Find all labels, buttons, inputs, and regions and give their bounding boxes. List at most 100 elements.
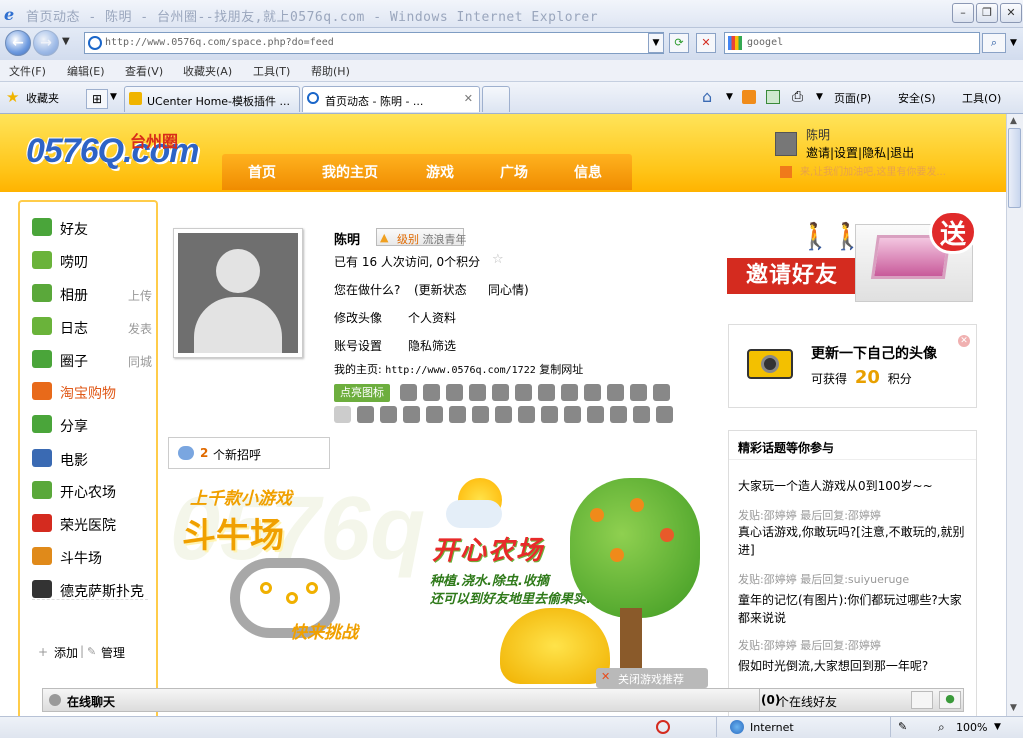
back-button[interactable]: ←: [5, 30, 31, 56]
search-input[interactable]: googel: [724, 32, 980, 54]
close-button[interactable]: ✕: [1000, 3, 1022, 23]
bike-icon[interactable]: [495, 406, 512, 423]
mail-icon[interactable]: [492, 384, 509, 401]
tools-menu[interactable]: 工具(O): [962, 90, 1001, 106]
menu-favorites[interactable]: 收藏夹(A): [183, 63, 232, 79]
read-mail-icon[interactable]: [766, 90, 780, 104]
pencil-icon[interactable]: [561, 384, 578, 401]
refresh-icon[interactable]: [630, 384, 647, 401]
new-tab-button[interactable]: [482, 86, 510, 112]
online-chat-bar[interactable]: 在线聊天 (0) 个在线好友 ●: [42, 688, 964, 712]
copy-icon[interactable]: [357, 406, 374, 423]
topic-title[interactable]: 真心话游戏,你敢玩吗?[注意,不敢玩的,就别进]: [738, 523, 970, 559]
menu-edit[interactable]: 编辑(E): [67, 63, 105, 79]
home-icon[interactable]: ⌂: [702, 87, 712, 106]
home-dropdown-icon[interactable]: ▼: [726, 92, 733, 102]
lock-icon[interactable]: [400, 384, 417, 401]
penguin-icon[interactable]: [446, 384, 463, 401]
update-avatar-title[interactable]: 更新一下自己的头像: [811, 343, 937, 363]
music-icon[interactable]: [541, 406, 558, 423]
game-banner[interactable]: 0576q 上千款小游戏 斗牛场 快来挑战 开心农场 种植.浇水.除虫.收摘 还…: [170, 478, 710, 688]
group-icon[interactable]: [607, 384, 624, 401]
print-dropdown-icon[interactable]: ▼: [816, 92, 823, 102]
user-icon[interactable]: [403, 406, 420, 423]
zoom-level[interactable]: 100%: [956, 721, 987, 734]
sidebar-item-farm[interactable]: 开心农场: [32, 479, 152, 503]
update-avatar-box[interactable]: 更新一下自己的头像 可获得 20 积分 ✕: [728, 324, 977, 408]
copy-url-link[interactable]: 复制网址: [539, 363, 583, 376]
scroll-down-icon[interactable]: ▼: [1010, 703, 1017, 713]
topic-title[interactable]: 假如时光倒流,大家想回到那一年呢?: [738, 657, 970, 675]
search-options-icon[interactable]: ▼: [1010, 38, 1017, 48]
protected-mode-icon[interactable]: ✎: [898, 720, 907, 733]
favorites-button[interactable]: 收藏夹: [26, 90, 59, 106]
sidebar-item-action[interactable]: 上传: [128, 287, 152, 304]
sidebar-item-bull[interactable]: 斗牛场: [32, 545, 152, 569]
topic-title[interactable]: 童年的记忆(有图片):你们都玩过哪些?大家都来说说: [738, 591, 970, 627]
sidebar-item-hospital[interactable]: 荣光医院: [32, 512, 152, 536]
nav-square[interactable]: 广场: [500, 162, 528, 182]
topic-title[interactable]: 大家玩一个造人游戏从0到100岁~~: [738, 477, 970, 495]
search-button[interactable]: ⌕: [982, 33, 1006, 53]
tab-list-icon[interactable]: ▼: [110, 92, 117, 102]
invite-friends-label[interactable]: 邀请好友: [727, 258, 857, 294]
user-name[interactable]: 陈明: [806, 126, 830, 143]
clock-icon[interactable]: [423, 384, 440, 401]
banner-play-now[interactable]: 快来挑战: [290, 618, 358, 643]
profile-avatar[interactable]: [173, 228, 303, 358]
nav-games[interactable]: 游戏: [426, 162, 454, 182]
refresh-button[interactable]: ⟳: [669, 33, 689, 53]
address-input[interactable]: http://www.0576q.com/space.php?do=feed: [84, 32, 664, 54]
nav-messages[interactable]: 信息: [574, 162, 602, 182]
online-friends-icon[interactable]: ●: [939, 691, 961, 709]
nav-my-page[interactable]: 我的主页: [322, 162, 378, 182]
sidebar-item-movie[interactable]: 电影: [32, 447, 152, 471]
tag-big-icon[interactable]: [587, 406, 604, 423]
sidebar-item-blog[interactable]: 日志 发表: [32, 315, 152, 339]
print-icon[interactable]: ⎙: [792, 89, 803, 105]
sidebar-item-taobao[interactable]: 淘宝购物: [32, 380, 152, 404]
zoom-dropdown-icon[interactable]: ▼: [994, 722, 1001, 732]
user-notice[interactable]: 来,让我们加油吧,这里有你要发...: [800, 163, 990, 179]
photos-icon[interactable]: [515, 384, 532, 401]
page-menu[interactable]: 页面(P): [834, 90, 871, 106]
menu-help[interactable]: 帮助(H): [311, 63, 350, 79]
tools-icon[interactable]: [653, 384, 670, 401]
briefcase-icon[interactable]: [472, 406, 489, 423]
house-icon[interactable]: [584, 384, 601, 401]
homepage-url[interactable]: http://www.0576q.com/1722: [385, 365, 536, 376]
stop-button[interactable]: ✕: [696, 33, 716, 53]
scroll-up-icon[interactable]: ▲: [1010, 116, 1017, 126]
phone-icon[interactable]: [564, 406, 581, 423]
tab-close-icon[interactable]: ✕: [464, 92, 473, 105]
forward-button[interactable]: →: [33, 30, 59, 56]
monitor-icon[interactable]: [911, 691, 933, 709]
menu-view[interactable]: 查看(V): [125, 63, 163, 79]
profile-name[interactable]: 陈明: [334, 229, 360, 248]
same-mood-link[interactable]: 同心情): [488, 281, 529, 298]
sidebar-item-group[interactable]: 圈子 同城: [32, 348, 152, 372]
sidebar-item-action[interactable]: 发表: [128, 320, 152, 337]
nav-home[interactable]: 首页: [248, 162, 276, 182]
address-dropdown-icon[interactable]: ▼: [648, 33, 664, 53]
sidebar-item-camera[interactable]: 相册 上传: [32, 282, 152, 306]
invite-friends-banner[interactable]: 🚶🚶 邀请好友 送: [727, 210, 978, 302]
feeds-icon[interactable]: [742, 90, 756, 104]
menu-tools[interactable]: 工具(T): [253, 63, 290, 79]
online-friends-label[interactable]: 个在线好友: [777, 693, 837, 710]
maximize-button[interactable]: ❐: [976, 3, 998, 23]
close-game-recommend-button[interactable]: ✕ 关闭游戏推荐: [596, 668, 708, 688]
tag-text-icon[interactable]: [633, 406, 650, 423]
book-icon[interactable]: [538, 384, 555, 401]
tag-pic-icon[interactable]: [610, 406, 627, 423]
link-icon[interactable]: [518, 406, 535, 423]
sidebar-manage-link[interactable]: 管理: [101, 644, 125, 661]
sidebar-item-share[interactable]: 分享: [32, 413, 152, 437]
sidebar-item-action[interactable]: 同城: [128, 353, 152, 370]
update-status-link[interactable]: (更新状态: [414, 281, 467, 298]
history-dropdown-icon[interactable]: ▼: [62, 36, 70, 47]
highlight-icons-button[interactable]: 点亮图标: [334, 384, 390, 402]
footprint-icon[interactable]: [469, 384, 486, 401]
sidebar-item-friends[interactable]: 好友: [32, 216, 152, 240]
online-chat-title[interactable]: 在线聊天: [67, 693, 115, 710]
